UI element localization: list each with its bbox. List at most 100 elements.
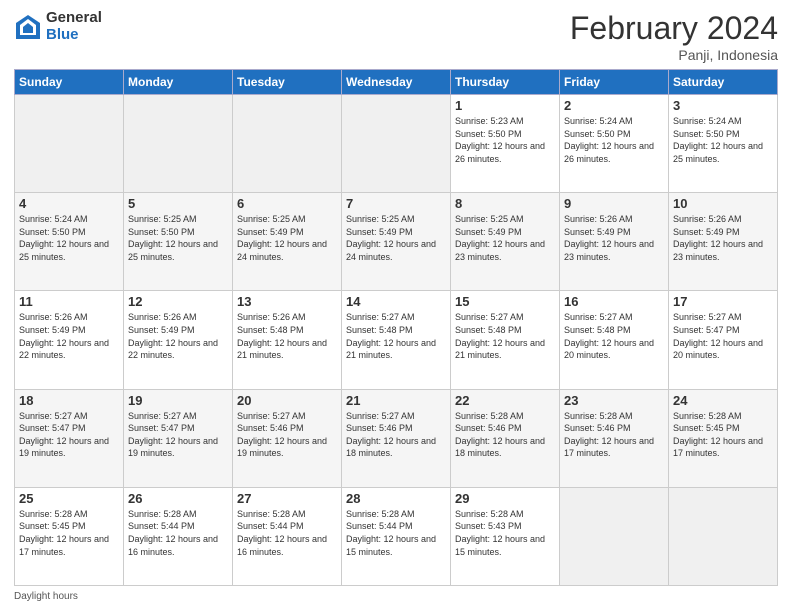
day-detail: Sunrise: 5:25 AM Sunset: 5:49 PM Dayligh… — [455, 213, 555, 263]
day-detail: Sunrise: 5:28 AM Sunset: 5:45 PM Dayligh… — [19, 508, 119, 558]
day-number: 14 — [346, 294, 446, 309]
day-number: 18 — [19, 393, 119, 408]
calendar-cell: 8Sunrise: 5:25 AM Sunset: 5:49 PM Daylig… — [451, 193, 560, 291]
day-detail: Sunrise: 5:28 AM Sunset: 5:45 PM Dayligh… — [673, 410, 773, 460]
day-number: 29 — [455, 491, 555, 506]
day-number: 11 — [19, 294, 119, 309]
calendar-cell: 14Sunrise: 5:27 AM Sunset: 5:48 PM Dayli… — [342, 291, 451, 389]
day-detail: Sunrise: 5:27 AM Sunset: 5:46 PM Dayligh… — [237, 410, 337, 460]
day-header-sunday: Sunday — [15, 70, 124, 95]
calendar-cell: 16 Sunrise: 5:27 AM Sunset: 5:48 PM Dayli… — [560, 291, 669, 389]
calendar-week-3: 18 Sunrise: 5:27 AM Sunset: 5:47 PM Dayli… — [15, 389, 778, 487]
day-number: 25 — [19, 491, 119, 506]
day-detail: Sunrise: 5:27 AM Sunset: 5:48 PM Dayligh… — [455, 311, 555, 361]
header: General Blue February 2024 Panji, Indone… — [14, 10, 778, 63]
day-detail: Sunrise: 5:28 AM Sunset: 5:43 PM Dayligh… — [455, 508, 555, 558]
calendar-cell — [669, 487, 778, 585]
day-detail: Sunrise: 5:25 AM Sunset: 5:50 PM Dayligh… — [128, 213, 228, 263]
day-number: 28 — [346, 491, 446, 506]
calendar-cell: 24 Sunrise: 5:28 AM Sunset: 5:45 PM Dayli… — [669, 389, 778, 487]
day-header-monday: Monday — [124, 70, 233, 95]
calendar-cell: 22 Sunrise: 5:28 AM Sunset: 5:46 PM Dayli… — [451, 389, 560, 487]
day-detail: Sunrise: 5:25 AM Sunset: 5:49 PM Dayligh… — [237, 213, 337, 263]
day-number: 24 — [673, 393, 773, 408]
day-detail: Sunrise: 5:26 AM Sunset: 5:49 PM Dayligh… — [19, 311, 119, 361]
calendar-cell: 3Sunrise: 5:24 AM Sunset: 5:50 PM Daylig… — [669, 95, 778, 193]
day-number: 4 — [19, 196, 119, 211]
day-number: 17 — [673, 294, 773, 309]
day-number: 1 — [455, 98, 555, 113]
calendar-cell: 1 Sunrise: 5:23 AM Sunset: 5:50 PM Daylig… — [451, 95, 560, 193]
day-number: 7 — [346, 196, 446, 211]
day-number: 19 — [128, 393, 228, 408]
logo-text: General Blue — [46, 10, 102, 43]
day-number: 15 — [455, 294, 555, 309]
day-detail: Sunrise: 5:28 AM Sunset: 5:44 PM Dayligh… — [128, 508, 228, 558]
day-number: 9 — [564, 196, 664, 211]
day-detail: Sunrise: 5:26 AM Sunset: 5:48 PM Dayligh… — [237, 311, 337, 361]
day-detail: Sunrise: 5:27 AM Sunset: 5:48 PM Dayligh… — [564, 311, 664, 361]
logo-general: General — [46, 10, 102, 27]
day-number: 20 — [237, 393, 337, 408]
footer: Daylight hours — [14, 591, 778, 602]
day-detail: Sunrise: 5:28 AM Sunset: 5:44 PM Dayligh… — [346, 508, 446, 558]
calendar-cell: 5Sunrise: 5:25 AM Sunset: 5:50 PM Daylig… — [124, 193, 233, 291]
calendar-week-4: 25 Sunrise: 5:28 AM Sunset: 5:45 PM Dayli… — [15, 487, 778, 585]
day-detail: Sunrise: 5:27 AM Sunset: 5:46 PM Dayligh… — [346, 410, 446, 460]
calendar-cell: 15 Sunrise: 5:27 AM Sunset: 5:48 PM Dayli… — [451, 291, 560, 389]
day-number: 13 — [237, 294, 337, 309]
calendar-cell: 6 Sunrise: 5:25 AM Sunset: 5:49 PM Daylig… — [233, 193, 342, 291]
calendar-cell — [124, 95, 233, 193]
day-number: 10 — [673, 196, 773, 211]
day-header-thursday: Thursday — [451, 70, 560, 95]
day-detail: Sunrise: 5:26 AM Sunset: 5:49 PM Dayligh… — [564, 213, 664, 263]
calendar-cell: 4Sunrise: 5:24 AM Sunset: 5:50 PM Daylig… — [15, 193, 124, 291]
calendar-cell — [560, 487, 669, 585]
day-number: 27 — [237, 491, 337, 506]
calendar-title: February 2024 — [570, 10, 778, 47]
day-number: 23 — [564, 393, 664, 408]
day-detail: Sunrise: 5:27 AM Sunset: 5:47 PM Dayligh… — [19, 410, 119, 460]
calendar-subtitle: Panji, Indonesia — [570, 47, 778, 63]
calendar-cell: 25 Sunrise: 5:28 AM Sunset: 5:45 PM Dayli… — [15, 487, 124, 585]
calendar-cell: 13 Sunrise: 5:26 AM Sunset: 5:48 PM Dayli… — [233, 291, 342, 389]
calendar-cell: 17Sunrise: 5:27 AM Sunset: 5:47 PM Dayli… — [669, 291, 778, 389]
day-header-saturday: Saturday — [669, 70, 778, 95]
day-detail: Sunrise: 5:28 AM Sunset: 5:46 PM Dayligh… — [455, 410, 555, 460]
calendar-cell: 27Sunrise: 5:28 AM Sunset: 5:44 PM Dayli… — [233, 487, 342, 585]
calendar-cell: 29 Sunrise: 5:28 AM Sunset: 5:43 PM Dayli… — [451, 487, 560, 585]
calendar-cell — [342, 95, 451, 193]
calendar-cell: 12 Sunrise: 5:26 AM Sunset: 5:49 PM Dayli… — [124, 291, 233, 389]
daylight-label: Daylight hours — [14, 591, 78, 602]
day-header-friday: Friday — [560, 70, 669, 95]
day-number: 12 — [128, 294, 228, 309]
day-number: 22 — [455, 393, 555, 408]
calendar-cell — [233, 95, 342, 193]
title-block: February 2024 Panji, Indonesia — [570, 10, 778, 63]
day-number: 2 — [564, 98, 664, 113]
calendar-cell: 10 Sunrise: 5:26 AM Sunset: 5:49 PM Dayli… — [669, 193, 778, 291]
calendar-cell — [15, 95, 124, 193]
day-number: 21 — [346, 393, 446, 408]
calendar-cell: 21 Sunrise: 5:27 AM Sunset: 5:46 PM Dayli… — [342, 389, 451, 487]
calendar-week-2: 11 Sunrise: 5:26 AM Sunset: 5:49 PM Dayli… — [15, 291, 778, 389]
day-header-row: SundayMondayTuesdayWednesdayThursdayFrid… — [15, 70, 778, 95]
day-detail: Sunrise: 5:26 AM Sunset: 5:49 PM Dayligh… — [128, 311, 228, 361]
day-header-tuesday: Tuesday — [233, 70, 342, 95]
calendar-table: SundayMondayTuesdayWednesdayThursdayFrid… — [14, 69, 778, 586]
day-number: 6 — [237, 196, 337, 211]
day-detail: Sunrise: 5:28 AM Sunset: 5:46 PM Dayligh… — [564, 410, 664, 460]
calendar-cell: 19Sunrise: 5:27 AM Sunset: 5:47 PM Dayli… — [124, 389, 233, 487]
calendar-cell: 26Sunrise: 5:28 AM Sunset: 5:44 PM Dayli… — [124, 487, 233, 585]
calendar-week-0: 1 Sunrise: 5:23 AM Sunset: 5:50 PM Daylig… — [15, 95, 778, 193]
calendar-cell: 11 Sunrise: 5:26 AM Sunset: 5:49 PM Dayli… — [15, 291, 124, 389]
calendar-cell: 23 Sunrise: 5:28 AM Sunset: 5:46 PM Dayli… — [560, 389, 669, 487]
day-number: 16 — [564, 294, 664, 309]
day-detail: Sunrise: 5:23 AM Sunset: 5:50 PM Dayligh… — [455, 115, 555, 165]
calendar-cell: 2Sunrise: 5:24 AM Sunset: 5:50 PM Daylig… — [560, 95, 669, 193]
page: General Blue February 2024 Panji, Indone… — [0, 0, 792, 612]
day-detail: Sunrise: 5:26 AM Sunset: 5:49 PM Dayligh… — [673, 213, 773, 263]
logo-blue: Blue — [46, 27, 102, 44]
calendar-cell: 20 Sunrise: 5:27 AM Sunset: 5:46 PM Dayli… — [233, 389, 342, 487]
day-header-wednesday: Wednesday — [342, 70, 451, 95]
